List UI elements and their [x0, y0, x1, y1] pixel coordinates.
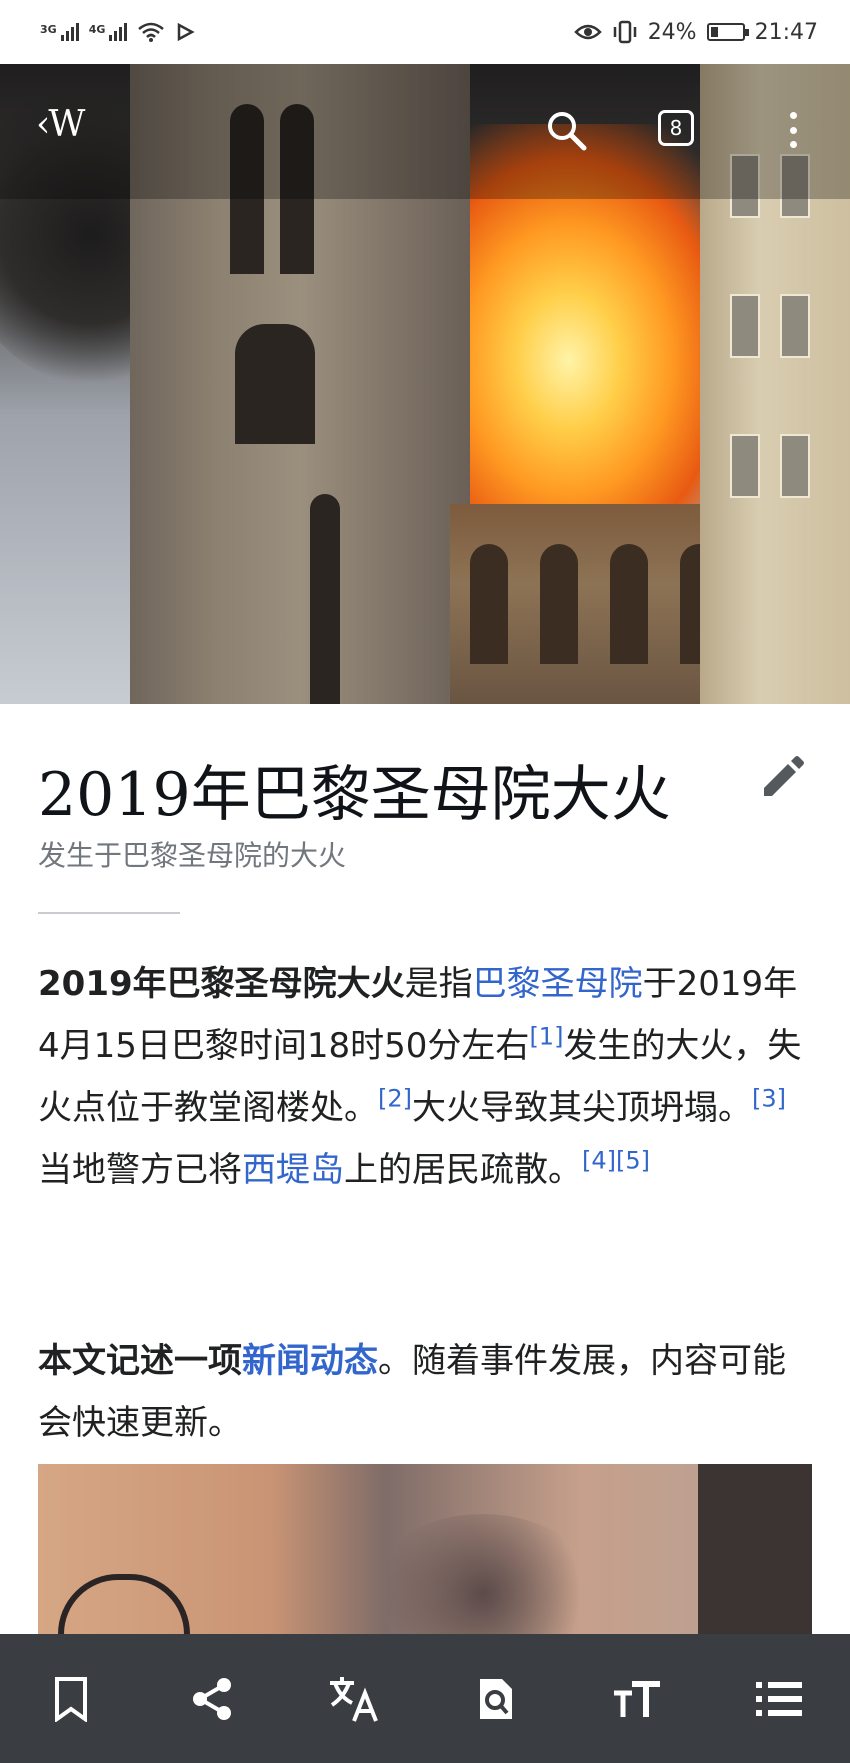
description-divider [38, 912, 180, 914]
link-current-events[interactable]: 新闻动态 [242, 1341, 378, 1381]
reference-5[interactable]: [5] [616, 1147, 650, 1175]
text-span: 大火导致其尖顶坍塌。 [412, 1088, 752, 1128]
find-in-page-icon [479, 1678, 512, 1719]
reference-4[interactable]: [4] [582, 1147, 616, 1175]
vibrate-icon [613, 20, 636, 44]
header-scrim [0, 64, 850, 199]
bookmark-button[interactable] [36, 1664, 106, 1734]
bookmark-icon [54, 1676, 87, 1722]
more-vert-icon[interactable] [786, 108, 800, 152]
tabs-icon[interactable]: 8 [658, 110, 694, 146]
translate-button[interactable] [319, 1664, 389, 1734]
status-right: 24% 21:47 [573, 19, 818, 45]
notice-bold: 本文记述一项 [38, 1341, 242, 1381]
bold-term: 2019年巴黎圣母院大火 [38, 964, 405, 1004]
reference-2[interactable]: [2] [378, 1085, 412, 1113]
tabs-count: 8 [669, 116, 683, 140]
signal-icon-2: 4G [89, 23, 128, 41]
wikipedia-back-logo[interactable]: ‹W [36, 104, 85, 145]
clock: 21:47 [754, 19, 818, 45]
text-size-button[interactable] [602, 1664, 672, 1734]
smoke-cloud [368, 1514, 598, 1644]
find-in-page-button[interactable] [461, 1664, 531, 1734]
status-bar: 3G 4G 24% 21:47 [0, 0, 850, 64]
text-span: 是指 [404, 964, 473, 1004]
status-left: 3G 4G [40, 21, 196, 43]
lead-paragraph: 2019年巴黎圣母院大火是指巴黎圣母院于2019年4月15日巴黎时间18时50分… [38, 953, 810, 1201]
play-icon [178, 22, 196, 42]
contents-icon [756, 1681, 803, 1716]
contents-button[interactable] [744, 1664, 814, 1734]
reference-3[interactable]: [3] [752, 1085, 786, 1113]
share-icon [193, 1677, 232, 1720]
signal-icon: 3G [40, 23, 79, 41]
page-title: 2019年巴黎圣母院大火 [38, 760, 671, 830]
link-notre-dame[interactable]: 巴黎圣母院 [473, 964, 643, 1004]
eye-icon [573, 24, 602, 40]
search-icon[interactable] [544, 108, 588, 152]
text-span: 上的居民疏散。 [344, 1150, 582, 1190]
network-type: 3G [40, 23, 57, 36]
link-ile-de-la-cite[interactable]: 西堤岛 [242, 1150, 344, 1190]
battery-level [710, 27, 718, 37]
bottom-toolbar [0, 1634, 850, 1763]
wifi-icon [138, 22, 165, 42]
network-type-2: 4G [88, 23, 106, 36]
reference-1[interactable]: [1] [529, 1023, 563, 1051]
share-button[interactable] [177, 1664, 247, 1734]
page-description: 发生于巴黎圣母院的大火 [38, 839, 347, 872]
roof [698, 1464, 812, 1644]
text-size-icon [614, 1680, 661, 1717]
battery-percent: 24% [647, 19, 697, 45]
current-event-notice: 本文记述一项新闻动态。随着事件发展，内容可能会快速更新。 [38, 1330, 810, 1454]
translate-icon [330, 1676, 379, 1722]
battery-icon [706, 23, 749, 41]
text-span: 当地警方已将 [38, 1150, 242, 1190]
article-image[interactable] [38, 1464, 812, 1644]
edit-pencil-icon[interactable] [756, 752, 808, 804]
lead-image[interactable] [0, 64, 850, 704]
